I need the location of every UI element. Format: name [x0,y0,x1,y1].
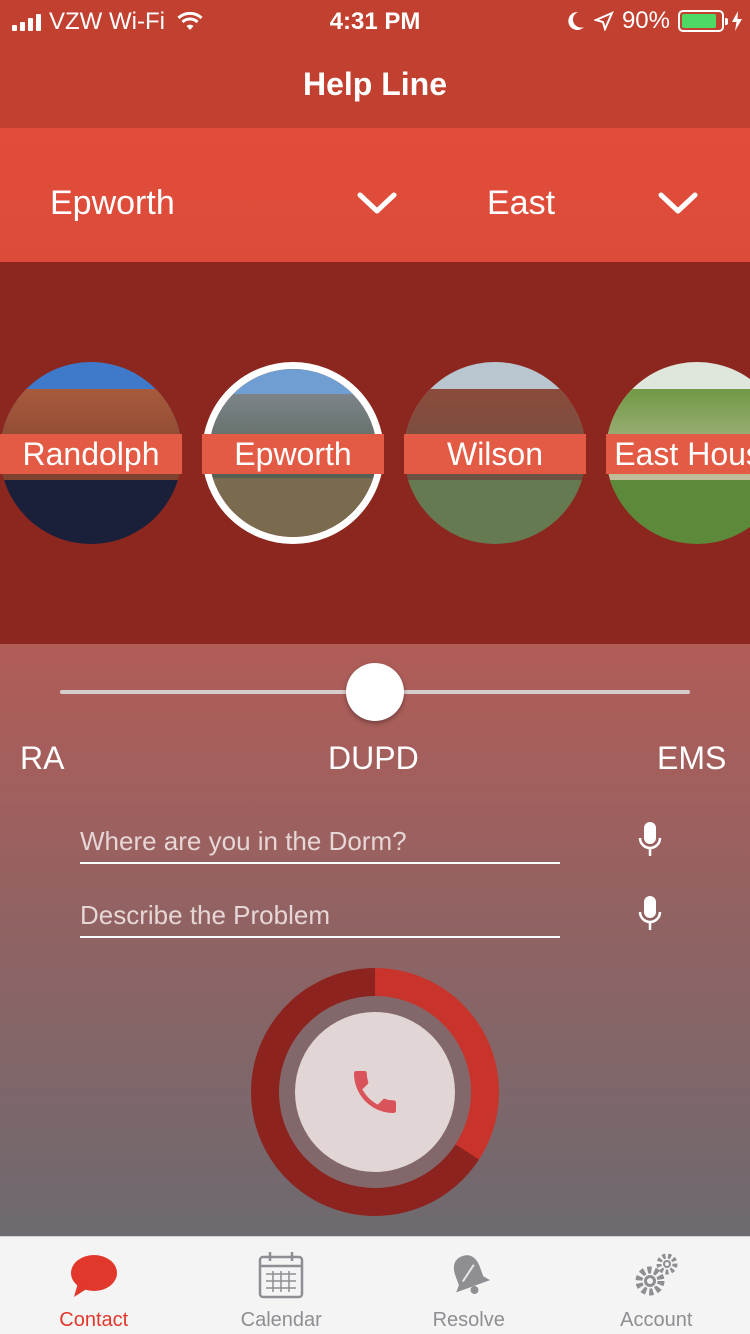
tab-bar: Contact Calendar Resolve Account [0,1236,750,1334]
battery-percent: 90% [621,7,670,34]
moon-icon [568,11,584,30]
microphone-icon[interactable] [636,894,664,934]
tab-label: Calendar [240,1309,322,1331]
bell-icon [453,1255,490,1295]
location-input[interactable] [80,820,560,864]
contact-level-slider-thumb[interactable] [346,663,404,721]
charging-bolt-icon [732,11,742,31]
microphone-icon[interactable] [636,820,664,860]
dorm-picker-value[interactable]: Epworth [50,184,175,223]
tab-label: Resolve [432,1309,505,1331]
tab-calendar[interactable]: Calendar [188,1237,376,1334]
tab-label: Account [620,1309,693,1331]
calendar-icon [259,1252,304,1299]
chat-bubble-icon [70,1255,117,1297]
dorm-label[interactable]: Randolph [0,434,182,474]
phone-icon [354,1071,396,1113]
level-option-ra[interactable]: RA [20,740,64,777]
status-bar: VZW Wi-Fi 4:31 PM 90% [0,0,750,40]
location-arrow-icon [593,11,614,31]
request-form: RA DUPD EMS [0,644,750,1236]
dorm-area-picker-bar: Epworth East [0,128,750,262]
tab-contact[interactable]: Contact [0,1237,188,1334]
problem-input[interactable] [80,894,560,938]
chevron-down-icon[interactable] [356,188,398,218]
chevron-down-icon[interactable] [657,188,699,218]
gears-icon [635,1253,678,1296]
tab-label: Contact [59,1309,129,1331]
dorm-carousel[interactable]: Randolph Epworth Wilson East House [0,262,750,644]
call-button[interactable] [295,1012,455,1172]
level-option-ems[interactable]: EMS [657,740,726,777]
level-option-dupd[interactable]: DUPD [328,740,419,777]
tab-account[interactable]: Account [563,1237,750,1334]
area-picker-value[interactable]: East [487,184,555,223]
page-title: Help Line [302,66,447,102]
tab-resolve[interactable]: Resolve [375,1237,563,1334]
header: VZW Wi-Fi 4:31 PM 90% Help Line [0,0,750,128]
call-progress-ring [251,968,499,1216]
dorm-label[interactable]: Wilson [404,434,586,474]
dorm-label[interactable]: East House [606,434,750,474]
dorm-label[interactable]: Epworth [202,434,384,474]
battery-icon [678,10,728,32]
